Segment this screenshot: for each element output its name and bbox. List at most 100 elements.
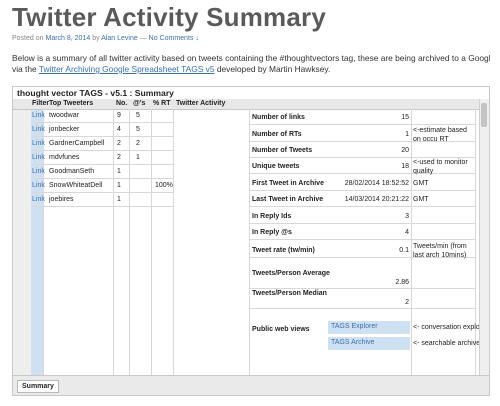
header-twitter-activity: Twitter Activity [176, 100, 226, 107]
stat-label: Tweets/Person Average [252, 270, 330, 277]
header-top-tweeters: Top Tweeters [49, 100, 94, 107]
grid-hline [31, 192, 173, 193]
sheet-tab-bar: Summary [13, 375, 489, 395]
sheet-title: thought vector TAGS - v5.1 : Summary [17, 88, 174, 98]
grid-hline [249, 239, 475, 240]
post-meta: Posted on March 8, 2014 by Alan Levine —… [12, 35, 199, 42]
tweeter-count: 2 [117, 154, 121, 161]
stat-value: 20 [401, 147, 409, 154]
grid-hline [31, 178, 173, 179]
stat-value: 14/03/2014 20:21:22 [344, 196, 409, 203]
stat-value: 3 [405, 213, 409, 220]
tweeter-count: 1 [117, 196, 121, 203]
stat-note: <-used to monitor quality [413, 159, 468, 175]
stat-value: 4 [405, 229, 409, 236]
header-filter: Filter [32, 100, 50, 107]
header-ats: @'s [133, 100, 146, 107]
stat-label: Number of links [252, 114, 305, 121]
description-post: developed by Martin Hawksey. [216, 64, 331, 74]
description-pre: via the [12, 64, 37, 74]
sheet-grid[interactable]: Filter Top Tweeters No. @'s % RT Twitter… [13, 99, 479, 375]
grid-hline [249, 308, 475, 309]
stat-value: 28/02/2014 18:52:52 [344, 180, 409, 187]
description-line-2: via the Twitter Archiving Google Spreads… [12, 64, 490, 75]
page-title: Twitter Activity Summary [12, 2, 326, 32]
post-description: Below is a summary of all twitter activi… [12, 53, 490, 75]
embedded-spreadsheet[interactable]: thought vector TAGS - v5.1 : Summary Fil… [12, 86, 490, 396]
grid-vline [129, 109, 130, 375]
grid-hline [31, 164, 173, 165]
grid-vline [249, 109, 250, 375]
stat-note: Tweets/min (from last arch 10mins) [413, 243, 467, 259]
tweeter-count: 9 [117, 112, 121, 119]
tweeter-link[interactable]: Link [32, 139, 45, 148]
stat-label: Tweets/Person Median [252, 290, 327, 297]
tweeter-ats: 5 [136, 126, 140, 133]
tags-view-note: <- conversation explorer [413, 324, 479, 331]
tweeter-count: 1 [117, 182, 121, 189]
tweeter-name: mdvfunes [49, 154, 80, 161]
tweeter-name: SnowWhiteatDell [49, 182, 103, 189]
tags-spreadsheet-link[interactable]: Twitter Archiving Google Spreadsheet TAG… [39, 64, 215, 74]
tweeter-pct-rt: 100% [155, 182, 173, 189]
stat-label: In Reply Ids [252, 213, 292, 220]
tweeter-link[interactable]: Link [32, 195, 45, 204]
comments-link[interactable]: No Comments ↓ [149, 35, 199, 42]
tweeter-link[interactable]: Link [32, 125, 45, 134]
tab-summary[interactable]: Summary [17, 380, 59, 393]
stat-value: 2.86 [395, 279, 409, 286]
stat-label: First Tweet in Archive [252, 180, 324, 187]
stat-label: Tweet rate (tw/min) [252, 247, 315, 254]
stat-value: 0.1 [399, 247, 409, 254]
grid-hline [249, 190, 475, 191]
tweeter-ats: 5 [136, 112, 140, 119]
by-label: by [92, 35, 100, 42]
grid-hline [249, 223, 475, 224]
grid-hline [249, 206, 475, 207]
tweeter-name: GardnerCampbell [49, 140, 105, 147]
header-no: No. [116, 100, 128, 107]
meta-separator: — [139, 35, 147, 42]
stat-note: GMT [413, 196, 429, 203]
grid-vline [113, 109, 114, 375]
stat-value: 15 [401, 114, 409, 121]
stat-value: 1 [405, 131, 409, 138]
tweeter-ats: 2 [136, 140, 140, 147]
stat-label: Last Tweet in Archive [252, 196, 324, 203]
stat-label: Unique tweets [252, 163, 300, 170]
tweeter-name: GoodmanSeth [49, 168, 95, 175]
grid-vline [411, 109, 412, 375]
vertical-scrollbar[interactable] [479, 99, 489, 375]
tweeter-name: twoodwar [49, 112, 79, 119]
grid-hline [31, 122, 173, 123]
grid-vline [173, 109, 174, 375]
description-line-1: Below is a summary of all twitter activi… [12, 53, 490, 63]
grid-hline [31, 206, 173, 207]
public-views-label: Public web views [252, 326, 310, 333]
tweeter-link[interactable]: Link [32, 111, 45, 120]
tweeter-count: 1 [117, 168, 121, 175]
filter-column-highlight [31, 109, 43, 375]
tweeter-name: joebires [49, 196, 74, 203]
grid-hline [249, 124, 475, 125]
stat-value: 2 [405, 299, 409, 306]
grid-vline [475, 109, 476, 375]
tweeter-ats: 1 [136, 154, 140, 161]
posted-on-label: Posted on [12, 35, 44, 42]
tweeter-link[interactable]: Link [32, 153, 45, 162]
tweeter-link[interactable]: Link [32, 167, 45, 176]
post-date-link[interactable]: March 8, 2014 [45, 35, 90, 42]
tags-view-link[interactable]: TAGS Explorer [328, 321, 410, 334]
scrollbar-thumb[interactable] [481, 103, 487, 127]
stat-note: <-estimate based on occu RT [413, 127, 467, 143]
stat-label: In Reply @s [252, 229, 292, 236]
row-number-column [13, 99, 32, 375]
tags-view-note: <- searchable archive [413, 340, 479, 347]
tweeter-count: 2 [117, 140, 121, 147]
tweeter-link[interactable]: Link [32, 181, 45, 190]
author-link[interactable]: Alan Levine [101, 35, 138, 42]
grid-vline [151, 109, 152, 375]
tags-view-link[interactable]: TAGS Archive [328, 337, 410, 350]
tweeter-count: 4 [117, 126, 121, 133]
stat-label: Number of Tweets [252, 147, 313, 154]
